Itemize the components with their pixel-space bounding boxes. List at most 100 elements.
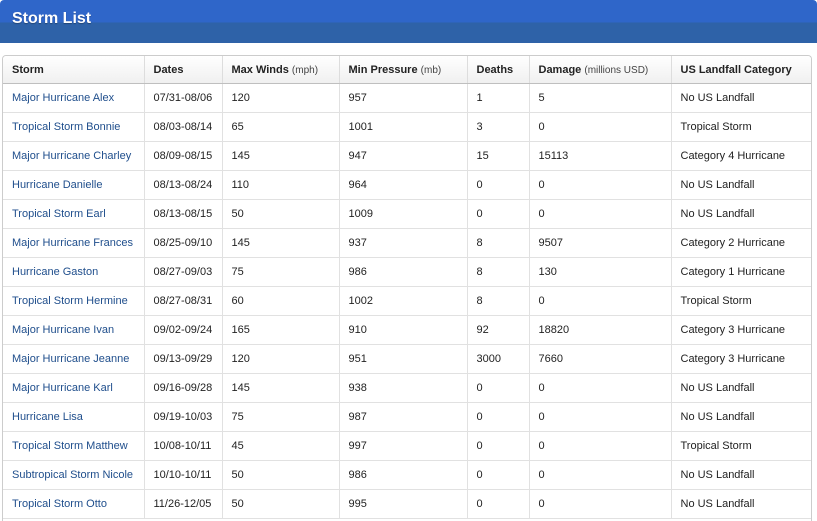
storm-name-cell: Tropical Storm Matthew <box>3 431 145 461</box>
min-pressure-cell: 986 <box>339 460 468 490</box>
storm-name-cell: Major Hurricane Alex <box>3 83 145 113</box>
deaths-cell: 0 <box>467 373 530 403</box>
max-winds-cell: 110 <box>222 170 340 200</box>
deaths-cell: 1 <box>467 83 530 113</box>
table-row: Subtropical Storm Nicole 10/10-10/11 50 986… <box>3 460 811 490</box>
dates-cell: 09/13-09/29 <box>144 344 223 374</box>
storm-name-link[interactable]: Tropical Storm Matthew <box>12 440 128 452</box>
storm-name-link[interactable]: Hurricane Lisa <box>12 411 83 423</box>
storm-name-cell: Major Hurricane Frances <box>3 228 145 258</box>
deaths-cell: 0 <box>467 199 530 229</box>
storm-name-link[interactable]: Hurricane Gaston <box>12 266 98 278</box>
storm-name-link[interactable]: Tropical Storm Earl <box>12 208 106 220</box>
storm-name-link[interactable]: Tropical Storm Otto <box>12 498 107 510</box>
max-winds-cell: 75 <box>222 402 340 432</box>
damage-cell: 0 <box>529 199 672 229</box>
table-row: Hurricane Gaston 08/27-09/03 75 986 8 130 Cate… <box>3 257 811 287</box>
damage-cell: 0 <box>529 489 672 519</box>
deaths-cell: 92 <box>467 315 530 345</box>
storm-name-cell: Major Hurricane Jeanne <box>3 344 145 374</box>
max-winds-cell: 145 <box>222 373 340 403</box>
column-header-storm[interactable]: Storm <box>3 56 145 84</box>
storm-name-link[interactable]: Major Hurricane Alex <box>12 92 114 104</box>
column-header-deaths[interactable]: Deaths <box>467 56 530 84</box>
storm-name-link[interactable]: Major Hurricane Karl <box>12 382 113 394</box>
landfall-category-cell: No US Landfall <box>671 83 811 113</box>
deaths-cell: 0 <box>467 402 530 432</box>
max-winds-cell: 75 <box>222 257 340 287</box>
storm-name-cell: Major Hurricane Ivan <box>3 315 145 345</box>
landfall-category-cell: No US Landfall <box>671 199 811 229</box>
landfall-category-cell: Tropical Storm <box>671 431 811 461</box>
table-row: Hurricane Danielle 08/13-08/24 110 964 0 0 No … <box>3 170 811 200</box>
dates-cell: 08/13-08/24 <box>144 170 223 200</box>
deaths-cell: 0 <box>467 431 530 461</box>
storm-table: Storm Dates Max Winds (mph) Min Pressure… <box>3 56 811 519</box>
storm-name-link[interactable]: Major Hurricane Jeanne <box>12 353 129 365</box>
deaths-cell: 3 <box>467 112 530 142</box>
column-unit: (mb) <box>420 64 442 76</box>
damage-cell: 0 <box>529 112 672 142</box>
max-winds-cell: 45 <box>222 431 340 461</box>
max-winds-cell: 50 <box>222 460 340 490</box>
min-pressure-cell: 995 <box>339 489 468 519</box>
table-row: Tropical Storm Earl 08/13-08/15 50 1009 0 0 No… <box>3 199 811 229</box>
storm-name-cell: Subtropical Storm Nicole <box>3 460 145 490</box>
min-pressure-cell: 1002 <box>339 286 468 316</box>
table-row: Major Hurricane Frances 08/25-09/10 145 937… <box>3 228 811 258</box>
deaths-cell: 0 <box>467 170 530 200</box>
min-pressure-cell: 951 <box>339 344 468 374</box>
damage-cell: 0 <box>529 286 672 316</box>
landfall-category-cell: Category 2 Hurricane <box>671 228 811 258</box>
deaths-cell: 8 <box>467 228 530 258</box>
column-unit: (mph) <box>291 64 319 76</box>
max-winds-cell: 165 <box>222 315 340 345</box>
landfall-category-cell: Category 4 Hurricane <box>671 141 811 171</box>
min-pressure-cell: 937 <box>339 228 468 258</box>
landfall-category-cell: No US Landfall <box>671 170 811 200</box>
storm-name-cell: Tropical Storm Bonnie <box>3 112 145 142</box>
table-row: Major Hurricane Ivan 09/02-09/24 165 910 92 1… <box>3 315 811 345</box>
landfall-category-cell: Tropical Storm <box>671 112 811 142</box>
storm-name-link[interactable]: Tropical Storm Hermine <box>12 295 128 307</box>
table-row: Tropical Storm Hermine 08/27-08/31 60 1002 8… <box>3 286 811 316</box>
table-row: Tropical Storm Bonnie 08/03-08/14 65 1001 3 0… <box>3 112 811 142</box>
table-row: Tropical Storm Matthew 10/08-10/11 45 997 0 0… <box>3 431 811 461</box>
storm-table-body: Major Hurricane Alex 07/31-08/06 120 957 1 5 N… <box>3 83 811 519</box>
column-header-us-landfall-category[interactable]: US Landfall Category <box>671 56 811 84</box>
damage-cell: 0 <box>529 373 672 403</box>
storm-table-container: Storm Dates Max Winds (mph) Min Pressure… <box>2 55 812 521</box>
storm-name-cell: Major Hurricane Charley <box>3 141 145 171</box>
column-header-min-pressure[interactable]: Min Pressure (mb) <box>339 56 468 84</box>
landfall-category-cell: No US Landfall <box>671 489 811 519</box>
damage-cell: 0 <box>529 402 672 432</box>
dates-cell: 08/27-08/31 <box>144 286 223 316</box>
page-title: Storm List <box>12 10 92 27</box>
dates-cell: 11/26-12/05 <box>144 489 223 519</box>
min-pressure-cell: 997 <box>339 431 468 461</box>
min-pressure-cell: 1001 <box>339 112 468 142</box>
table-row: Hurricane Lisa 09/19-10/03 75 987 0 0 No US La… <box>3 402 811 432</box>
storm-name-link[interactable]: Major Hurricane Ivan <box>12 324 114 336</box>
column-header-max-winds[interactable]: Max Winds (mph) <box>222 56 340 84</box>
storm-name-cell: Major Hurricane Karl <box>3 373 145 403</box>
column-header-dates[interactable]: Dates <box>144 56 223 84</box>
storm-name-link[interactable]: Tropical Storm Bonnie <box>12 121 120 133</box>
max-winds-cell: 120 <box>222 83 340 113</box>
max-winds-cell: 60 <box>222 286 340 316</box>
dates-cell: 08/13-08/15 <box>144 199 223 229</box>
storm-name-link[interactable]: Hurricane Danielle <box>12 179 103 191</box>
column-header-damage[interactable]: Damage (millions USD) <box>529 56 672 84</box>
storm-name-link[interactable]: Major Hurricane Frances <box>12 237 133 249</box>
dates-cell: 08/25-09/10 <box>144 228 223 258</box>
table-header-row: Storm Dates Max Winds (mph) Min Pressure… <box>3 56 811 84</box>
storm-name-link[interactable]: Subtropical Storm Nicole <box>12 469 133 481</box>
table-row: Major Hurricane Jeanne 09/13-09/29 120 951 3… <box>3 344 811 374</box>
table-row: Major Hurricane Alex 07/31-08/06 120 957 1 5 N… <box>3 83 811 113</box>
min-pressure-cell: 964 <box>339 170 468 200</box>
damage-cell: 15113 <box>529 141 672 171</box>
min-pressure-cell: 938 <box>339 373 468 403</box>
dates-cell: 10/08-10/11 <box>144 431 223 461</box>
storm-name-link[interactable]: Major Hurricane Charley <box>12 150 131 162</box>
table-row: Tropical Storm Otto 11/26-12/05 50 995 0 0 No … <box>3 489 811 519</box>
